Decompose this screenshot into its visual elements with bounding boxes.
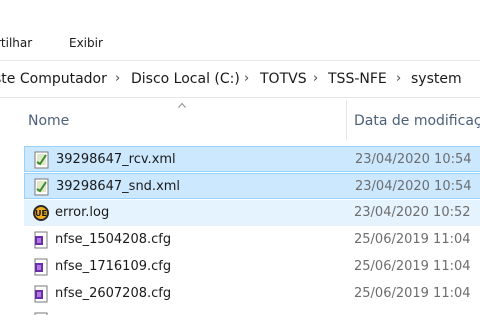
breadcrumb-separator-icon[interactable]: › bbox=[313, 71, 318, 86]
column-header-date-modified[interactable]: Data de modificaçã bbox=[354, 113, 480, 129]
cfg-file-icon bbox=[34, 258, 48, 276]
file-row-nfse-2607208[interactable]: nfse_2607208.cfg 25/06/2019 11:04 bbox=[24, 281, 480, 307]
file-name: nfse_1716109.cfg bbox=[55, 259, 172, 274]
sort-ascending-icon bbox=[178, 102, 186, 108]
breadcrumb-separator-icon[interactable]: › bbox=[244, 71, 249, 86]
file-name: 39298647_rcv.xml bbox=[56, 152, 176, 167]
xml-file-icon bbox=[34, 178, 49, 196]
file-date-modified: 25/06/2019 11:04 bbox=[354, 286, 471, 301]
breadcrumb-system[interactable]: system bbox=[411, 71, 462, 87]
file-date-modified: 25/06/2019 11:04 bbox=[354, 259, 471, 274]
file-date-modified: 23/04/2020 10:54 bbox=[355, 152, 472, 167]
file-date-modified: 23/04/2020 10:54 bbox=[355, 179, 472, 194]
breadcrumb-separator-icon[interactable]: › bbox=[396, 71, 401, 86]
svg-text:UE: UE bbox=[35, 209, 47, 218]
cfg-file-icon bbox=[34, 231, 48, 249]
file-date-modified: 23/04/2020 10:52 bbox=[354, 205, 471, 220]
column-divider[interactable] bbox=[346, 100, 347, 140]
column-header-name[interactable]: Nome bbox=[28, 113, 69, 129]
column-header-row: Nome Data de modificaçã bbox=[0, 100, 480, 140]
file-row-partial[interactable] bbox=[24, 308, 480, 315]
file-row-nfse-1504208[interactable]: nfse_1504208.cfg 25/06/2019 11:04 bbox=[24, 227, 480, 253]
file-name: nfse_1504208.cfg bbox=[55, 232, 172, 247]
address-bar[interactable]: ste Computador › Disco Local (C:) › TOTV… bbox=[0, 60, 480, 98]
file-name: 39298647_snd.xml bbox=[56, 179, 181, 194]
ultraedit-log-icon: UE bbox=[33, 205, 49, 221]
file-row-nfse-1716109[interactable]: nfse_1716109.cfg 25/06/2019 11:04 bbox=[24, 254, 480, 280]
breadcrumb-tss-nfe[interactable]: TSS-NFE bbox=[328, 71, 387, 87]
file-date-modified: 25/06/2019 11:04 bbox=[354, 232, 471, 247]
xml-file-icon bbox=[34, 151, 49, 169]
breadcrumb-this-pc[interactable]: ste Computador bbox=[0, 71, 107, 87]
file-name: nfse_2607208.cfg bbox=[55, 286, 172, 301]
breadcrumb-local-disk[interactable]: Disco Local (C:) bbox=[131, 71, 240, 87]
file-row-error-log[interactable]: UE error.log 23/04/2020 10:52 bbox=[24, 200, 480, 226]
tab-compartilhar[interactable]: rtilhar bbox=[0, 36, 32, 50]
breadcrumb-totvs[interactable]: TOTVS bbox=[260, 71, 307, 87]
file-row-39298647-rcv[interactable]: 39298647_rcv.xml 23/04/2020 10:54 bbox=[24, 146, 480, 172]
cfg-file-icon bbox=[34, 285, 48, 303]
file-row-39298647-snd[interactable]: 39298647_snd.xml 23/04/2020 10:54 bbox=[24, 173, 480, 199]
ribbon-tabs: rtilhar Exibir bbox=[0, 0, 480, 58]
file-name: error.log bbox=[55, 205, 110, 220]
breadcrumb-separator-icon[interactable]: › bbox=[115, 71, 120, 86]
tab-exibir[interactable]: Exibir bbox=[69, 36, 103, 50]
